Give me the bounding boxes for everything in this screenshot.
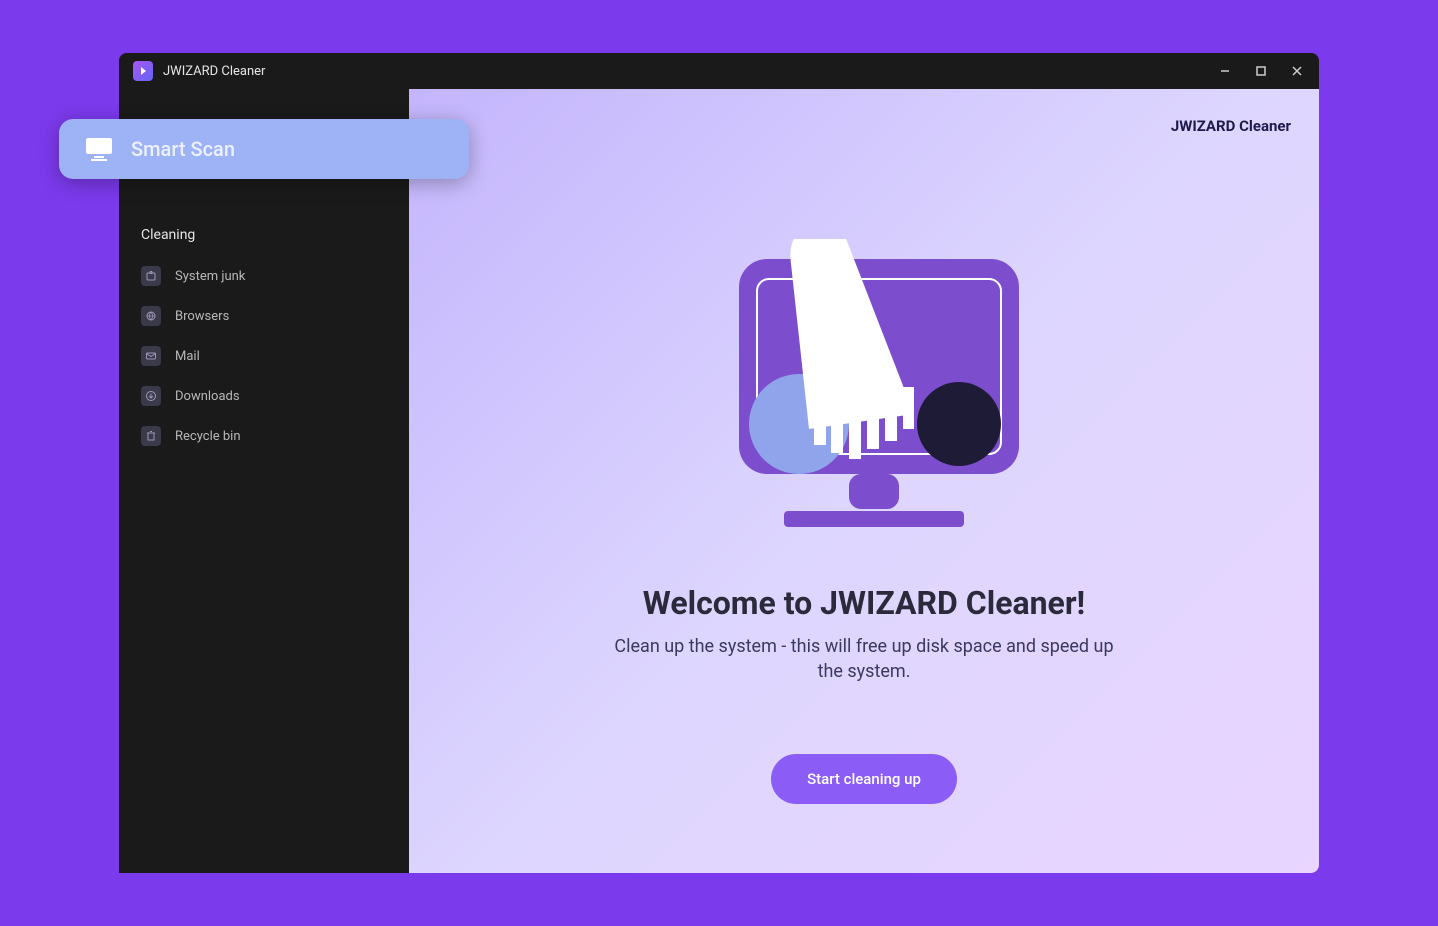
- app-body: Smart Scan Cleaning System junk Browsers: [119, 89, 1319, 873]
- cleaner-illustration: [709, 239, 1019, 549]
- app-window: JWIZARD Cleaner: [119, 53, 1319, 873]
- sidebar-item-browsers[interactable]: Browsers: [119, 299, 409, 333]
- sidebar-item-mail[interactable]: Mail: [119, 339, 409, 373]
- download-icon: [141, 386, 161, 406]
- sidebar-item-system-junk[interactable]: System junk: [119, 259, 409, 293]
- sidebar-item-label: Downloads: [175, 389, 240, 404]
- close-button[interactable]: [1289, 63, 1305, 79]
- sidebar-item-label: Recycle bin: [175, 429, 241, 444]
- nav-items: System junk Browsers Mail: [119, 259, 409, 453]
- globe-icon: [141, 306, 161, 326]
- main-content: JWIZARD Cleaner W: [409, 89, 1319, 873]
- sidebar-item-label: Mail: [175, 349, 200, 364]
- monitor-icon: [85, 135, 113, 163]
- start-cleaning-button[interactable]: Start cleaning up: [771, 754, 957, 804]
- app-title: JWIZARD Cleaner: [163, 64, 265, 79]
- smart-scan-button[interactable]: Smart Scan: [59, 119, 469, 179]
- minimize-button[interactable]: [1217, 63, 1233, 79]
- titlebar-left: JWIZARD Cleaner: [133, 61, 265, 81]
- sidebar-item-label: System junk: [175, 269, 245, 284]
- app-logo-icon: [133, 61, 153, 81]
- welcome-subtitle: Clean up the system - this will free up …: [604, 634, 1124, 684]
- folder-icon: [141, 266, 161, 286]
- titlebar: JWIZARD Cleaner: [119, 53, 1319, 89]
- maximize-button[interactable]: [1253, 63, 1269, 79]
- mail-icon: [141, 346, 161, 366]
- trash-icon: [141, 426, 161, 446]
- welcome-title: Welcome to JWIZARD Cleaner!: [643, 584, 1085, 622]
- smart-scan-label: Smart Scan: [131, 137, 235, 161]
- sidebar-item-downloads[interactable]: Downloads: [119, 379, 409, 413]
- sidebar: Smart Scan Cleaning System junk Browsers: [119, 89, 409, 873]
- window-controls: [1217, 63, 1305, 79]
- brand-label: JWIZARD Cleaner: [1171, 117, 1291, 135]
- sidebar-item-label: Browsers: [175, 309, 229, 324]
- sidebar-item-recycle-bin[interactable]: Recycle bin: [119, 419, 409, 453]
